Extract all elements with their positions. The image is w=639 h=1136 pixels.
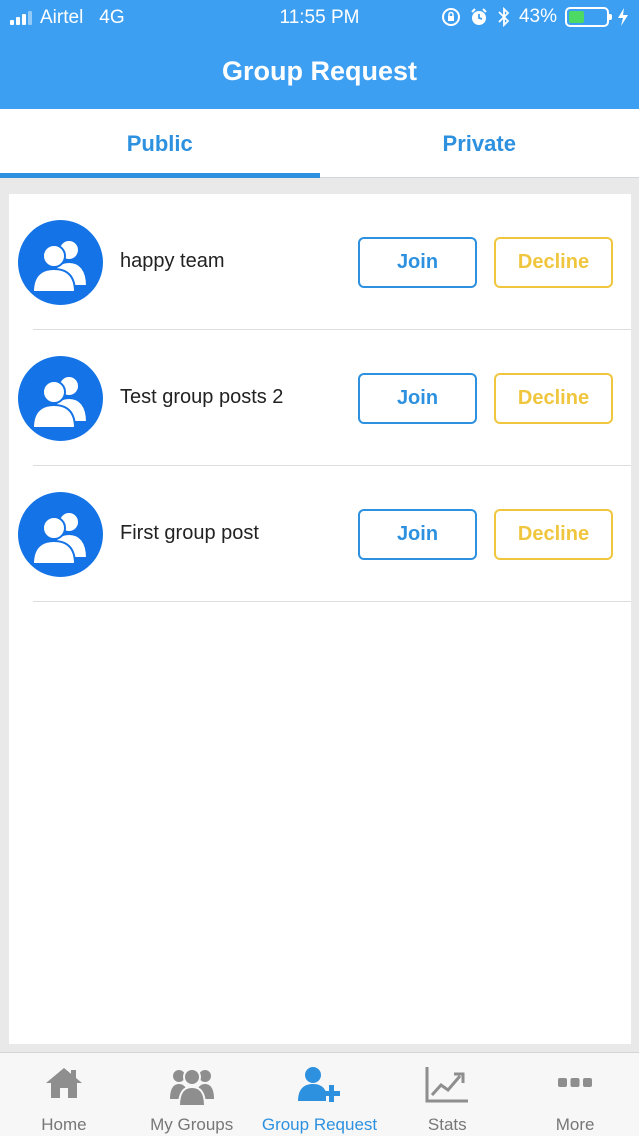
tabbar-label: My Groups	[150, 1115, 234, 1134]
decline-button[interactable]: Decline	[494, 237, 613, 288]
battery-level	[569, 11, 585, 23]
group-avatar-icon	[18, 492, 103, 577]
tabbar-label: Home	[41, 1115, 87, 1134]
tab-private[interactable]: Private	[320, 109, 639, 177]
join-button[interactable]: Join	[358, 373, 477, 424]
chart-icon	[425, 1067, 469, 1103]
group-name: happy team	[120, 250, 225, 272]
groups-icon	[169, 1068, 214, 1107]
nav-bar: Group Request	[0, 36, 639, 109]
decline-button[interactable]: Decline	[494, 373, 613, 424]
join-button[interactable]: Join	[358, 509, 477, 560]
list-item: First group post Join Decline	[9, 466, 631, 602]
join-button[interactable]: Join	[358, 237, 477, 288]
group-name: Test group posts 2	[120, 386, 284, 408]
bottom-tab-bar: Home My Groups Group Request Stats More	[0, 1052, 639, 1136]
more-icon	[558, 1078, 593, 1087]
tabbar-label: More	[555, 1115, 595, 1134]
group-name: First group post	[120, 522, 259, 544]
list-item: happy team Join Decline	[9, 194, 631, 330]
home-icon	[45, 1068, 82, 1098]
list-item: Test group posts 2 Join Decline	[9, 330, 631, 466]
bluetooth-icon	[498, 7, 510, 27]
group-avatar-icon	[18, 220, 103, 305]
tabbar-item-home[interactable]: Home	[0, 1053, 128, 1136]
page-title: Group Request	[221, 56, 417, 86]
request-list: happy team Join Decline Test group posts…	[9, 194, 631, 1044]
group-avatar-icon	[18, 356, 103, 441]
add-user-icon	[298, 1067, 341, 1102]
tabbar-label: Stats	[427, 1115, 467, 1134]
battery-icon	[565, 7, 612, 27]
rotation-lock-icon	[441, 8, 460, 26]
status-icons: 43%	[441, 6, 629, 28]
battery-percent: 43%	[518, 6, 557, 27]
row-divider	[33, 601, 631, 602]
tabbar-item-my-groups[interactable]: My Groups	[128, 1053, 256, 1136]
tabbar-item-group-request[interactable]: Group Request	[256, 1053, 384, 1136]
charging-icon	[618, 8, 628, 26]
decline-button[interactable]: Decline	[494, 509, 613, 560]
tab-public[interactable]: Public	[0, 109, 320, 178]
tabbar-item-more[interactable]: More	[511, 1053, 639, 1136]
alarm-icon	[471, 8, 487, 25]
segment-tabs: Public Private	[0, 109, 639, 178]
status-bar: Airtel 4G 11:55 PM 43%	[0, 0, 639, 36]
tabbar-label: Group Request	[261, 1115, 378, 1134]
tabbar-item-stats[interactable]: Stats	[383, 1053, 511, 1136]
